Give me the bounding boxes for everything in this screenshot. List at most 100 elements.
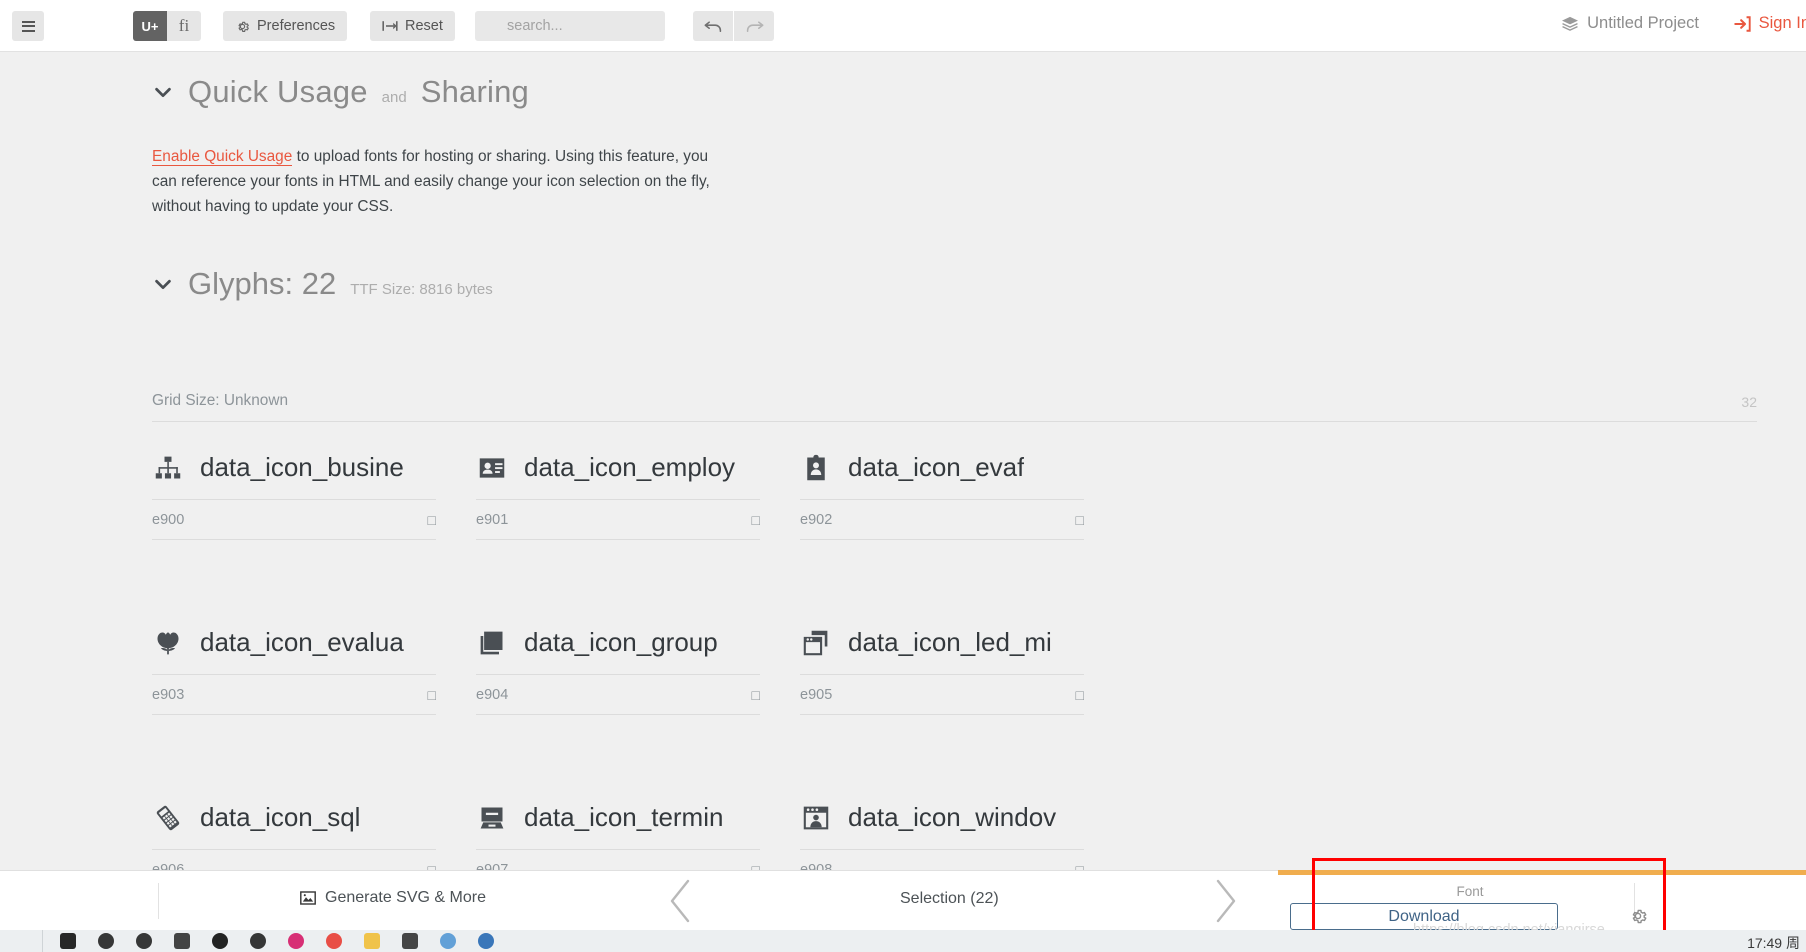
font-tab-accent-bar (1278, 870, 1806, 875)
glyph-header[interactable]: data_icon_busine (152, 442, 436, 500)
glyph-header[interactable]: data_icon_employ (476, 442, 760, 500)
database-disk-icon[interactable] (152, 802, 184, 834)
selection-tab[interactable]: Selection (22) (900, 890, 999, 908)
glyph-footer: e904 □ (476, 675, 760, 715)
window-stack-icon[interactable] (800, 627, 832, 659)
glyph-header[interactable]: data_icon_termin (476, 792, 760, 850)
glyph-header[interactable]: data_icon_led_mi (800, 617, 1084, 675)
taskbar-clock[interactable]: 17:49 周 (1747, 933, 1800, 952)
glyph-cell[interactable]: data_icon_evalua e903 □ (152, 617, 476, 792)
reset-button[interactable]: Reset (370, 11, 455, 41)
glyph-code: e905 (800, 686, 833, 703)
org-chart-icon[interactable] (152, 452, 184, 484)
glyph-cell[interactable]: data_icon_windov e908 □ (800, 792, 1124, 870)
gear-icon (238, 21, 249, 32)
glyph-preview-box: □ (1075, 511, 1084, 528)
cloud-icon-blue[interactable] (440, 933, 456, 949)
menu-button[interactable] (12, 11, 44, 41)
redo-button[interactable] (734, 11, 774, 41)
glyphs-count: Glyphs: 22 (188, 266, 337, 301)
glyph-footer: e905 □ (800, 675, 1084, 715)
task-view-icon[interactable] (174, 933, 190, 949)
glyphs-header[interactable]: Glyphs: 22 TTF Size: 8816 bytes (152, 266, 493, 302)
glyph-code: e900 (152, 511, 185, 528)
project-name: Untitled Project (1587, 14, 1699, 32)
glyph-code: e902 (800, 511, 833, 528)
taskbar-icon-list[interactable] (60, 930, 494, 952)
chevron-down-icon[interactable] (152, 81, 174, 103)
terminal-taskbar-icon[interactable] (402, 933, 418, 949)
search-taskbar-icon[interactable] (98, 933, 114, 949)
sign-in-button[interactable]: Sign In (1733, 14, 1806, 33)
image-icon (300, 891, 316, 905)
window-person-icon[interactable] (800, 802, 832, 834)
glyph-footer: e900 □ (152, 500, 436, 540)
os-taskbar[interactable]: 17:49 周 (0, 930, 1806, 952)
reset-icon (382, 21, 398, 31)
project-button[interactable]: Untitled Project (1561, 14, 1699, 33)
glyph-cell[interactable]: data_icon_busine e900 □ (152, 442, 476, 617)
glyph-header[interactable]: data_icon_group (476, 617, 760, 675)
main-scroll-area[interactable]: Quick Usage and Sharing Enable Quick Usa… (0, 52, 1806, 870)
undo-redo-group[interactable] (693, 11, 774, 41)
app-icon-magenta[interactable] (288, 933, 304, 949)
enable-quick-usage-link[interactable]: Enable Quick Usage (152, 148, 293, 166)
chevron-down-icon[interactable] (152, 273, 174, 295)
id-card-icon[interactable] (476, 452, 508, 484)
chrome-icon[interactable] (326, 933, 342, 949)
redo-arrow-icon (746, 20, 763, 32)
tulip-icon[interactable] (152, 627, 184, 659)
ttf-size-label: TTF Size: 8816 bytes (350, 281, 493, 298)
cortana-icon[interactable] (136, 933, 152, 949)
app-icon-dark[interactable] (212, 933, 228, 949)
unicode-toggle[interactable]: U+ (133, 11, 167, 41)
windows-start-icon[interactable] (60, 933, 76, 949)
glyph-header[interactable]: data_icon_sql (152, 792, 436, 850)
glyph-footer: e907 □ (476, 850, 760, 871)
preferences-button[interactable]: Preferences (223, 11, 348, 41)
glyph-header[interactable]: data_icon_evaf (800, 442, 1084, 500)
top-toolbar: U+ fi Preferences Reset search... Untitl… (0, 0, 1806, 52)
glyph-cell-empty (1448, 442, 1772, 617)
glyph-cell[interactable]: data_icon_sql e906 □ (152, 792, 476, 870)
unicode-ligature-toggle-group[interactable]: U+ fi (133, 11, 201, 41)
glyph-header[interactable]: data_icon_evalua (152, 617, 436, 675)
quick-usage-title: Quick Usage (188, 74, 368, 109)
glyph-cell[interactable]: data_icon_group e904 □ (476, 617, 800, 792)
quick-usage-header[interactable]: Quick Usage and Sharing (152, 74, 529, 110)
glyph-footer: e906 □ (152, 850, 436, 871)
generate-svg-button[interactable]: Generate SVG & More (300, 889, 486, 907)
glyph-cell[interactable]: data_icon_employ e901 □ (476, 442, 800, 617)
cloud-icon-darkblue[interactable] (478, 933, 494, 949)
glyph-footer: e902 □ (800, 500, 1084, 540)
font-download-panel: Font Download (1290, 884, 1650, 930)
glyph-name: data_icon_employ (524, 452, 736, 482)
folder-icon[interactable] (364, 933, 380, 949)
stacked-squares-icon[interactable] (476, 627, 508, 659)
glyph-cell[interactable]: data_icon_evaf e902 □ (800, 442, 1124, 617)
chevron-left-separator-icon (670, 879, 690, 923)
glyph-cell[interactable]: data_icon_led_mi e905 □ (800, 617, 1124, 792)
download-button[interactable]: Download (1290, 903, 1558, 930)
app-icon-circle[interactable] (250, 933, 266, 949)
glyph-preview-box: □ (1075, 686, 1084, 703)
layers-icon (1562, 16, 1579, 31)
glyph-name: data_icon_termin (524, 802, 724, 832)
glyph-preview-box: □ (751, 861, 760, 871)
glyph-header[interactable]: data_icon_windov (800, 792, 1084, 850)
glyph-name: data_icon_led_mi (848, 627, 1052, 657)
divider (42, 930, 43, 952)
glyph-preview-box: □ (751, 686, 760, 703)
terminal-icon[interactable] (476, 802, 508, 834)
glyph-cell[interactable]: data_icon_termin e907 □ (476, 792, 800, 870)
clipboard-icon[interactable] (800, 452, 832, 484)
undo-button[interactable] (693, 11, 733, 41)
ligature-toggle[interactable]: fi (167, 11, 201, 41)
sign-in-icon (1733, 15, 1751, 32)
grid-size-value: 32 (1741, 394, 1757, 410)
gear-icon[interactable] (1628, 906, 1648, 926)
divider (158, 883, 159, 919)
chevron-right-separator-icon (1216, 879, 1236, 923)
search-input[interactable] (475, 11, 665, 41)
quick-usage-conjunction: and (381, 89, 407, 106)
